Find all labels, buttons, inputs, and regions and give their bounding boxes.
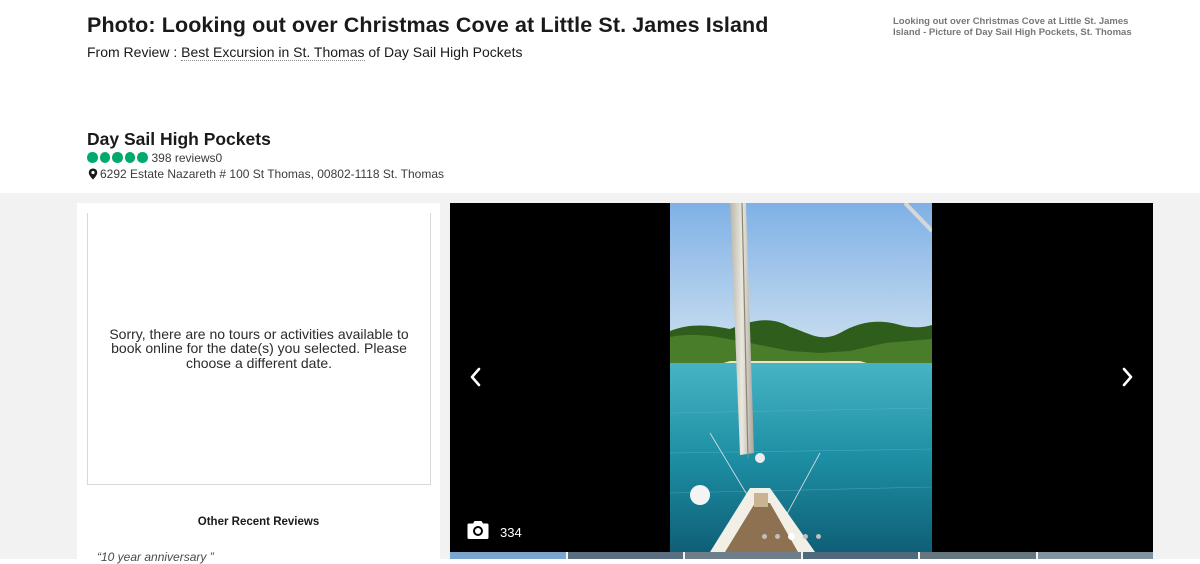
sailboat-photo[interactable] (670, 203, 932, 552)
rating-bubble-icon (112, 152, 123, 163)
from-review-prefix: From Review : (87, 44, 182, 60)
thumbnail-strip[interactable] (450, 552, 1153, 559)
availability-notice-text: Sorry, there are no tours or activities … (109, 325, 409, 371)
map-pin-icon (88, 168, 98, 180)
rating-bubble-icon (137, 152, 148, 163)
thumbnail[interactable] (802, 552, 918, 559)
carousel-dot[interactable] (762, 534, 767, 539)
rating-bubble-icon (87, 152, 98, 163)
availability-panel: Sorry, there are no tours or activities … (77, 203, 440, 564)
business-name[interactable]: Day Sail High Pockets (87, 129, 271, 150)
carousel-dot[interactable] (803, 534, 808, 539)
carousel-dot[interactable] (816, 534, 821, 539)
thumbnail[interactable] (567, 552, 683, 559)
carousel-dot[interactable] (775, 534, 780, 539)
photo-alt-caption: Looking out over Christmas Cove at Littl… (893, 16, 1132, 38)
rating-bubble-icon (124, 152, 135, 163)
photo-title: Photo: Looking out over Christmas Cove a… (87, 13, 769, 37)
rating-row[interactable]: 398 reviews0 (87, 151, 223, 165)
availability-notice: Sorry, there are no tours or activities … (87, 213, 431, 485)
thumbnail[interactable] (1037, 552, 1153, 559)
camera-icon[interactable] (466, 520, 490, 540)
review-title-link[interactable]: Best Excursion in St. Thomas (181, 44, 365, 61)
thumbnail[interactable] (920, 552, 1036, 559)
rating-bubbles (87, 152, 148, 163)
other-reviews-heading: Other Recent Reviews (197, 516, 320, 528)
of-text: of (364, 44, 384, 60)
chevron-right-icon[interactable] (1117, 366, 1137, 388)
from-review-line: From Review : Best Excursion in St. Thom… (87, 44, 523, 61)
reviews-count[interactable]: 398 reviews0 (152, 151, 223, 165)
thumbnail[interactable] (450, 552, 566, 559)
chevron-left-icon[interactable] (466, 366, 486, 388)
carousel-dots[interactable] (762, 533, 821, 540)
photo-count[interactable]: 334 (500, 525, 522, 540)
content-area: Sorry, there are no tours or activities … (0, 193, 1200, 564)
address-text: 6292 Estate Nazareth # 100 St Thomas, 00… (100, 167, 444, 181)
address-row: 6292 Estate Nazareth # 100 St Thomas, 00… (88, 167, 444, 181)
review-quote[interactable]: “10 year anniversary ” (97, 550, 214, 564)
carousel-dot[interactable] (788, 533, 795, 540)
thumbnail[interactable] (685, 552, 801, 559)
photo-viewer[interactable]: 334 (450, 203, 1153, 552)
business-link[interactable]: Day Sail High Pockets (384, 44, 523, 60)
rating-bubble-icon (99, 152, 110, 163)
page-header: Photo: Looking out over Christmas Cove a… (0, 0, 1200, 193)
